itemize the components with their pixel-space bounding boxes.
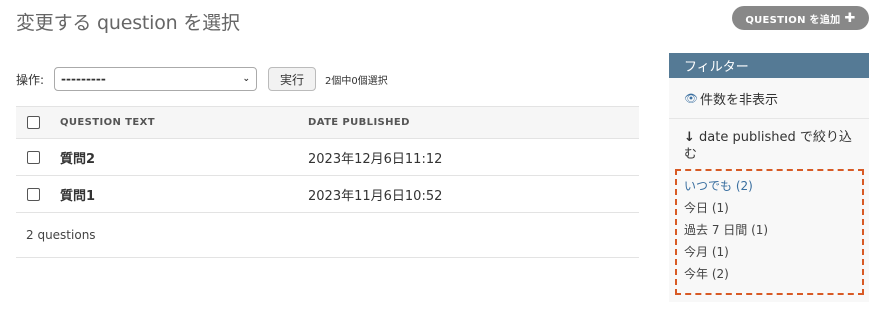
filter-panel: フィルター 👁 件数を非表示 ↓ date published で絞り込む いつ… xyxy=(669,53,869,302)
action-select-value: --------- xyxy=(61,72,106,86)
selection-counter: 2個中0個選択 xyxy=(325,75,388,87)
table-header: QUESTION TEXT DATE PUBLISHED xyxy=(16,106,639,139)
date-published-cell: 2023年11月6日10:52 xyxy=(308,188,443,204)
run-action-button[interactable]: 実行 xyxy=(268,67,317,91)
table-row: 質問2 2023年12月6日11:12 xyxy=(16,139,639,176)
hide-counts-label: 件数を非表示 xyxy=(699,92,778,108)
paginator: 2 questions xyxy=(16,213,639,258)
filter-choice-this-month[interactable]: 今月 (1) xyxy=(684,241,862,263)
column-header-question-text[interactable]: QUESTION TEXT xyxy=(60,117,155,128)
page-title: 変更する question を選択 xyxy=(16,12,240,34)
filter-by-heading: ↓ date published で絞り込む xyxy=(669,119,869,163)
action-select[interactable]: --------- ⌄ xyxy=(54,67,258,91)
add-question-label: QUESTION を追加 xyxy=(745,14,841,26)
filter-choice-this-year[interactable]: 今年 (2) xyxy=(684,263,862,285)
filter-title: フィルター xyxy=(669,53,869,78)
question-link[interactable]: 質問1 xyxy=(60,185,95,204)
filter-choice-any-date[interactable]: いつでも (2) xyxy=(684,175,862,197)
add-question-button[interactable]: QUESTION を追加 ✚ xyxy=(732,6,869,30)
column-header-date-published[interactable]: DATE PUBLISHED xyxy=(308,117,410,128)
chevron-down-icon: ⌄ xyxy=(242,74,251,84)
question-link[interactable]: 質問2 xyxy=(60,148,95,167)
date-published-cell: 2023年12月6日11:12 xyxy=(308,151,443,167)
row-checkbox[interactable] xyxy=(27,187,40,201)
table-row: 質問1 2023年11月6日10:52 xyxy=(16,176,639,213)
action-label: 操作: xyxy=(16,72,45,87)
arrow-down-icon: ↓ xyxy=(684,130,695,145)
filter-by-label: date published で絞り込む xyxy=(684,130,852,162)
row-checkbox[interactable] xyxy=(27,150,40,164)
plus-icon: ✚ xyxy=(844,10,856,26)
hide-counts-link[interactable]: 👁 件数を非表示 xyxy=(669,78,869,119)
filter-choice-past-7-days[interactable]: 過去 7 日間 (1) xyxy=(684,219,862,241)
date-filter-choices: いつでも (2) 今日 (1) 過去 7 日間 (1) 今月 (1) 今年 (2… xyxy=(675,169,864,295)
action-bar: 操作: --------- ⌄ 実行 2個中0個選択 xyxy=(16,67,388,91)
select-all-checkbox[interactable] xyxy=(27,116,40,129)
results-table: QUESTION TEXT DATE PUBLISHED 質問2 2023年12… xyxy=(16,106,639,258)
filter-choice-today[interactable]: 今日 (1) xyxy=(684,197,862,219)
eye-slash-icon: 👁 xyxy=(684,91,698,105)
